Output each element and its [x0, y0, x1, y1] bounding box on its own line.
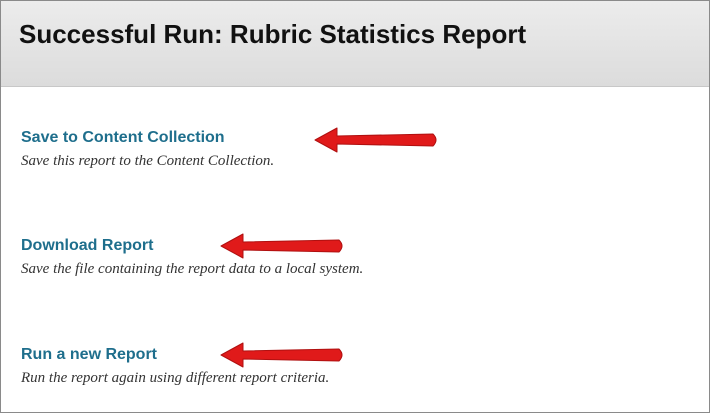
report-success-panel: Successful Run: Rubric Statistics Report…	[0, 0, 710, 413]
save-to-content-collection-description: Save this report to the Content Collecti…	[21, 153, 275, 169]
option-save-to-content-collection: Save to Content Collection Save this rep…	[21, 129, 274, 170]
page-title: Successful Run: Rubric Statistics Report	[19, 19, 527, 49]
run-new-report-link[interactable]: Run a new Report	[21, 346, 157, 364]
save-to-content-collection-link[interactable]: Save to Content Collection	[21, 129, 225, 147]
download-report-link[interactable]: Download Report	[21, 237, 153, 255]
red-arrow-left-icon	[314, 127, 437, 153]
header-bar: Successful Run: Rubric Statistics Report	[1, 1, 709, 87]
download-report-description: Save the file containing the report data…	[21, 261, 364, 277]
run-new-report-description: Run the report again using different rep…	[21, 370, 330, 386]
red-arrow-left-icon	[220, 342, 343, 368]
red-arrow-left-icon	[220, 233, 343, 259]
